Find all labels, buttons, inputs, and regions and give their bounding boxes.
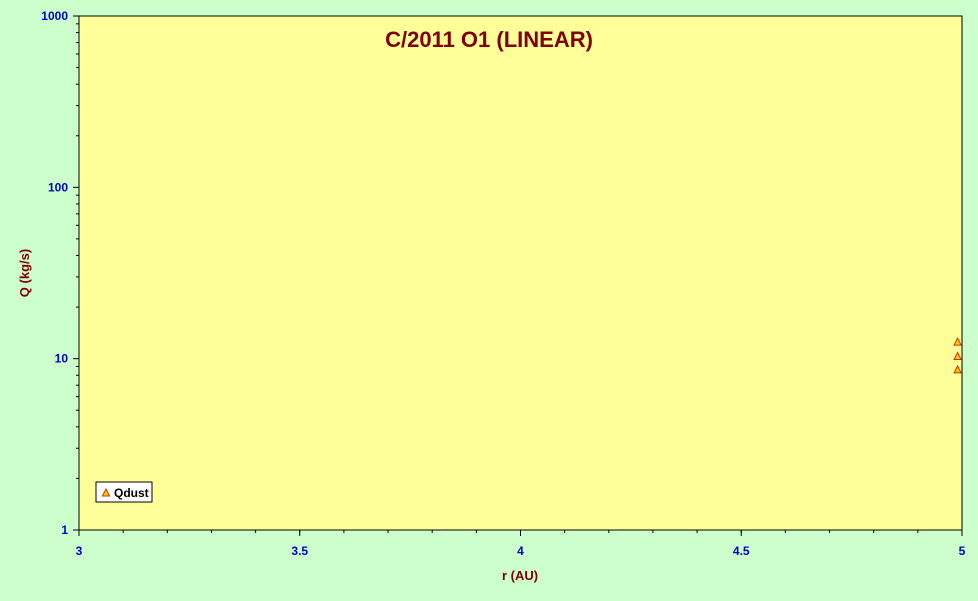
- y-tick-label: 1000: [41, 9, 68, 23]
- chart-canvas: 3 3.5 4 4.5 5 1 10 100 1000 C/2011 O1 (LINEAR) r…: [17, 9, 966, 583]
- plot-area: [78, 15, 963, 531]
- y-tick-label: 10: [55, 352, 69, 366]
- x-tick-label: 4: [517, 544, 524, 558]
- y-tick-label: 100: [48, 180, 68, 194]
- y-tick-label: 1: [61, 523, 68, 537]
- x-axis-title: r (AU): [502, 568, 538, 583]
- chart-title: C/2011 O1 (LINEAR): [385, 27, 593, 52]
- x-tick-label: 3: [76, 544, 83, 558]
- legend-label: Qdust: [114, 486, 149, 500]
- chart-page: 3 3.5 4 4.5 5 1 10 100 1000 C/2011 O1 (LINEAR) r…: [0, 0, 978, 601]
- legend: Qdust: [95, 481, 153, 503]
- x-tick-label: 3.5: [291, 544, 308, 558]
- y-axis-title: Q (kg/s): [17, 249, 32, 297]
- x-tick-label: 5: [959, 544, 966, 558]
- x-tick-label: 4.5: [733, 544, 750, 558]
